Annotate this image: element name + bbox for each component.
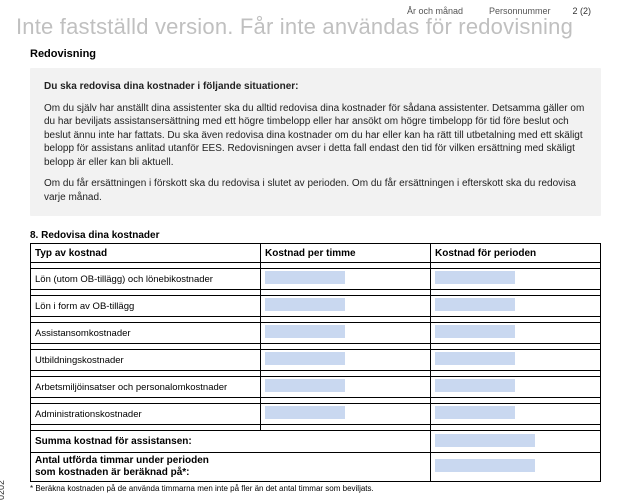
- footnote: * Beräkna kostnaden på de använda timmar…: [30, 484, 601, 493]
- info-paragraph: Om du får ersättningen i förskott ska du…: [44, 177, 587, 204]
- sum-row: Summa kostnad för assistansen:: [31, 431, 601, 453]
- cost-table: Typ av kostnad Kostnad per timme Kostnad…: [30, 243, 601, 482]
- cost-type-label: Lön i form av OB-tillägg: [31, 296, 261, 317]
- cost-type-label: Lön (utom OB-tillägg) och lönebikostnade…: [31, 269, 261, 290]
- table-row: Lön (utom OB-tillägg) och lönebikostnade…: [31, 269, 601, 290]
- cost-per-hour-input[interactable]: [265, 406, 345, 419]
- cost-per-hour-input[interactable]: [265, 325, 345, 338]
- table-row: Lön i form av OB-tillägg: [31, 296, 601, 317]
- sum-period-input[interactable]: [435, 434, 535, 447]
- cost-per-period-input[interactable]: [435, 298, 515, 311]
- cost-per-hour-input[interactable]: [265, 379, 345, 392]
- cost-type-label: Assistansomkostnader: [31, 323, 261, 344]
- cost-per-period-input[interactable]: [435, 325, 515, 338]
- cost-per-period-input[interactable]: [435, 406, 515, 419]
- info-paragraph: Om du själv har anställt dina assistente…: [44, 102, 587, 170]
- hours-input[interactable]: [435, 459, 535, 472]
- cost-per-hour-input[interactable]: [265, 352, 345, 365]
- cost-type-label: Administrationskostnader: [31, 404, 261, 425]
- col-per-hour: Kostnad per timme: [261, 244, 431, 263]
- info-paragraph: Du ska redovisa dina kostnader i följand…: [44, 80, 587, 94]
- cost-per-period-input[interactable]: [435, 352, 515, 365]
- cost-type-label: Utbildningskostnader: [31, 350, 261, 371]
- cost-type-label: Arbetsmiljöinsatser och personalomkostna…: [31, 377, 261, 398]
- page-number: 2 (2): [572, 6, 591, 16]
- col-per-period: Kostnad för perioden: [431, 244, 601, 263]
- question8-title: 8. Redovisa dina kostnader: [30, 230, 601, 241]
- cost-per-period-input[interactable]: [435, 379, 515, 392]
- hours-row: Antal utförda timmar under perioden som …: [31, 453, 601, 482]
- info-box: Du ska redovisa dina kostnader i följand…: [30, 68, 601, 216]
- table-row: Arbetsmiljöinsatser och personalomkostna…: [31, 377, 601, 398]
- form-code: 0202: [0, 480, 6, 500]
- sum-label: Summa kostnad för assistansen:: [31, 431, 431, 453]
- col-type: Typ av kostnad: [31, 244, 261, 263]
- hours-label: Antal utförda timmar under perioden som …: [31, 453, 431, 482]
- cost-per-period-input[interactable]: [435, 271, 515, 284]
- table-row: Utbildningskostnader: [31, 350, 601, 371]
- watermark-text: Inte fastställd version. Får inte använd…: [16, 14, 573, 40]
- cost-per-hour-input[interactable]: [265, 298, 345, 311]
- cost-per-hour-input[interactable]: [265, 271, 345, 284]
- section-title: Redovisning: [30, 48, 601, 60]
- table-row: Administrationskostnader: [31, 404, 601, 425]
- table-row: Assistansomkostnader: [31, 323, 601, 344]
